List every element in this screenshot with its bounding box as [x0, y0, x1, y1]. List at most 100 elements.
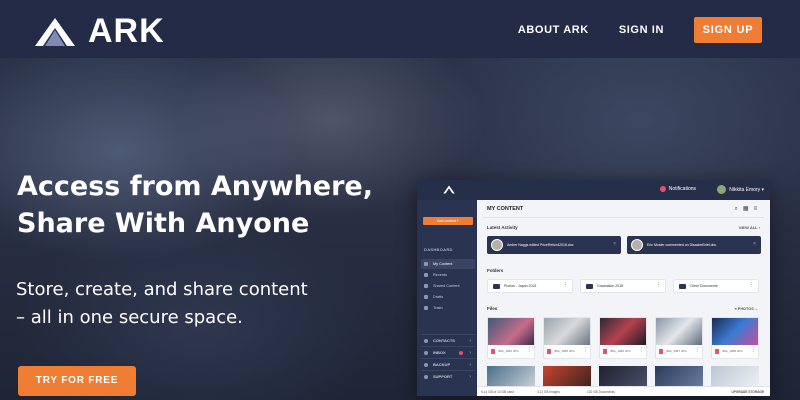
preview-files-heading: Files [487, 306, 498, 311]
close-icon: × [613, 241, 616, 247]
image-file-icon [491, 349, 495, 354]
avatar [717, 185, 727, 194]
preview-file-name: IMG_1085.JPG [554, 349, 575, 353]
backup-icon [424, 363, 428, 367]
preview-user-menu: Nikkita Emory ▾ [717, 185, 764, 194]
preview-sidebar: Add content + DASHBOARD My Content Recen… [417, 200, 477, 396]
top-navigation-bar: ARK ABOUT ARK SIGN IN SIGN UP [0, 0, 800, 58]
subcopy-line-2: – all in one secure space. [16, 307, 243, 328]
preview-sidebar-label: Drafts [433, 295, 444, 299]
more-icon: ⋮ [656, 282, 661, 288]
preview-file-card: IMG_1088.JPG ⋮ [711, 317, 759, 359]
folder-icon [679, 284, 686, 289]
preview-storage-images: 3.11 GB Images [537, 390, 560, 394]
preview-sidebar-label: Recents [433, 273, 447, 277]
photo-thumbnail [544, 318, 590, 345]
preview-sidebar-label: My Content [433, 262, 453, 266]
photo-thumbnail [711, 366, 759, 388]
headline-line-2: Share With Anyone [17, 208, 310, 239]
contacts-icon [424, 339, 428, 343]
preview-activity-card: Eric Mosler commented on DisasterBrief.d… [627, 236, 761, 254]
preview-storage-footer: 5.14 GB of 10 GB used 3.11 GB Images 120… [477, 386, 770, 396]
preview-sidebar-label: Shared Content [433, 284, 460, 288]
preview-sidebar-item: Trash [421, 303, 475, 313]
photo-thumbnail [599, 366, 647, 388]
preview-file-name: IMG_1087.JPG [666, 349, 687, 353]
avatar [491, 239, 503, 251]
nav-sign-in[interactable]: SIGN IN [619, 17, 664, 43]
preview-file-card: IMG_1085.JPG ⋮ [543, 317, 591, 359]
inbox-icon [424, 351, 428, 355]
preview-sidebar-section: CONTACTS › [421, 334, 475, 346]
hero-subcopy: Store, create, and share content – all i… [16, 276, 336, 332]
bell-icon [659, 186, 666, 192]
try-for-free-button[interactable]: TRY FOR FREE [18, 366, 136, 396]
preview-user-name: Nikkita Emory [729, 186, 761, 193]
nav-about-ark[interactable]: ABOUT ARK [518, 17, 589, 43]
preview-page-title: MY CONTENT [487, 206, 524, 212]
folder-icon [424, 262, 428, 266]
preview-top-bar: Notifications Nikkita Emory ▾ [417, 180, 770, 200]
more-icon: ⋮ [751, 347, 756, 353]
preview-sidebar-section: SUPPORT › [421, 370, 475, 382]
headline-line-1: Access from Anywhere, [17, 171, 373, 202]
sign-up-button[interactable]: SIGN UP [694, 17, 762, 43]
preview-upload-button: Add content + [423, 217, 473, 225]
folder-icon [586, 284, 593, 289]
preview-logo-icon [443, 185, 455, 194]
image-file-icon [659, 349, 663, 354]
clock-icon [424, 273, 428, 277]
more-icon: ⋮ [639, 347, 644, 353]
preview-file-card: IMG_1087.JPG ⋮ [655, 317, 703, 359]
more-icon: ⋮ [695, 347, 700, 353]
photo-thumbnail [487, 366, 535, 388]
preview-sidebar-item: Shared Content [421, 281, 475, 291]
photo-thumbnail [543, 366, 591, 388]
photo-thumbnail [600, 318, 646, 345]
photo-thumbnail [656, 318, 702, 345]
preview-latest-activity-heading: Latest Activity [487, 225, 518, 230]
preview-file-card: IMG_1084.JPG ⋮ [487, 317, 535, 359]
preview-section-label: CONTACTS [433, 338, 455, 343]
search-icon: ⌕ [734, 206, 743, 212]
preview-upgrade-storage: UPGRADE STORAGE [731, 390, 764, 394]
preview-file-name: IMG_1084.JPG [498, 349, 519, 353]
main-nav: ABOUT ARK SIGN IN SIGN UP [518, 17, 762, 43]
preview-folder-name: Client Documents [690, 284, 718, 288]
unread-badge [459, 351, 463, 355]
preview-folder-name: Graduation 2018 [597, 284, 624, 288]
chevron-down-icon: ▾ [760, 186, 764, 193]
preview-notifications-label: Notifications [668, 186, 696, 192]
draft-icon [424, 295, 428, 299]
preview-activity-text: Amber Naggs edited PriceRefund2018.doc [507, 243, 574, 247]
preview-sidebar-section: INBOX › [421, 346, 475, 358]
preview-main-panel: MY CONTENT ⌕▦≡ Latest Activity VIEW ALL … [477, 200, 770, 396]
preview-folder: Photos - Japan 2018 ⋮ [487, 279, 573, 293]
support-icon [424, 375, 428, 379]
preview-folder: Client Documents ⋮ [673, 279, 759, 293]
preview-sidebar-item: Drafts [421, 292, 475, 302]
photo-thumbnail [712, 318, 758, 345]
preview-folder: Graduation 2018 ⋮ [580, 279, 666, 293]
preview-sidebar-item: My Content [421, 259, 475, 269]
preview-section-label: SUPPORT [433, 374, 453, 379]
preview-storage-documents: 120 GB Documents [587, 390, 615, 394]
preview-file-name: IMG_1086.JPG [610, 349, 631, 353]
preview-view-all: VIEW ALL › [738, 225, 760, 230]
image-file-icon [603, 349, 607, 354]
logo-text: ARK [88, 12, 165, 50]
more-icon: ⋮ [563, 282, 568, 288]
more-icon: ⋮ [749, 282, 754, 288]
image-file-icon [547, 349, 551, 354]
image-file-icon [715, 349, 719, 354]
preview-sidebar-label: Trash [433, 306, 443, 310]
preview-section-label: BACKUP [433, 362, 451, 367]
ark-logo[interactable]: ARK [34, 12, 165, 51]
photo-thumbnail [488, 318, 534, 345]
preview-sidebar-section: BACKUP › [421, 358, 475, 370]
ark-logo-icon [35, 17, 75, 46]
app-preview-screenshot: Notifications Nikkita Emory ▾ Add conten… [417, 180, 770, 396]
preview-view-all-label: VIEW ALL [738, 225, 758, 230]
share-icon [424, 284, 428, 288]
preview-activity-text: Eric Mosler commented on DisasterBrief.d… [647, 243, 717, 247]
